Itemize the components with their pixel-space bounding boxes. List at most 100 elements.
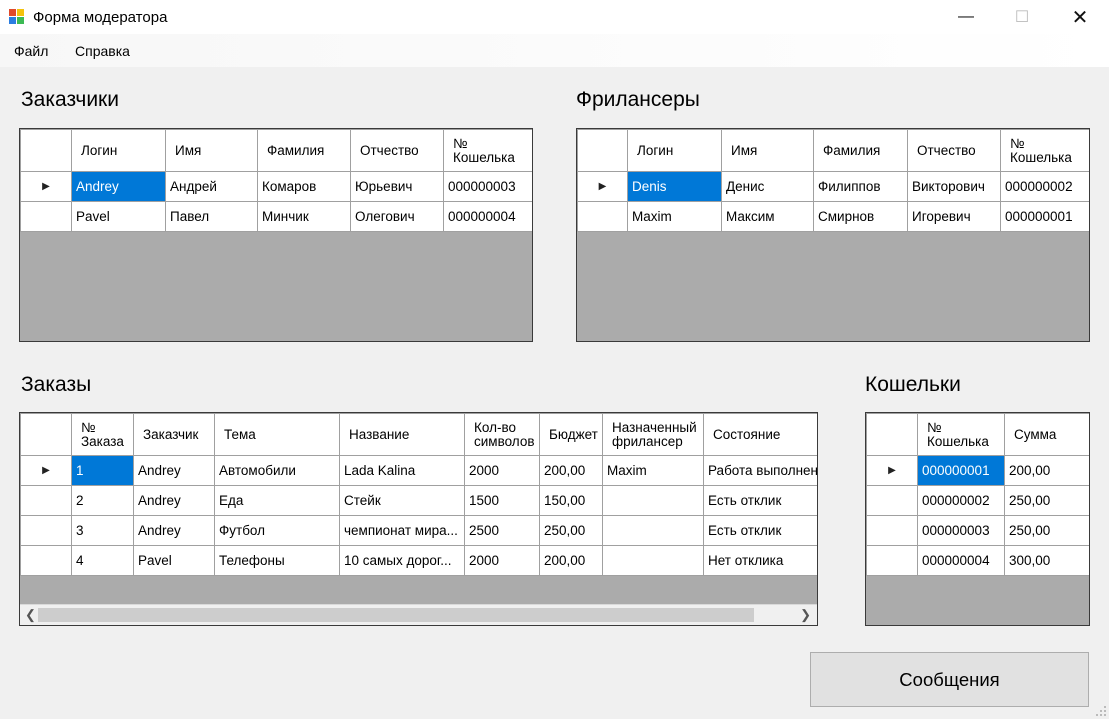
table-cell[interactable]: 250,00 <box>539 515 603 546</box>
table-cell[interactable]: Андрей <box>165 171 258 202</box>
table-cell[interactable]: 000000002 <box>917 485 1005 516</box>
table-cell[interactable]: Олегович <box>350 201 444 232</box>
row-header[interactable] <box>20 515 72 546</box>
column-header[interactable]: № Кошелька <box>443 129 532 172</box>
table-cell[interactable]: 4 <box>71 545 134 576</box>
table-cell[interactable]: Pavel <box>71 201 166 232</box>
table-cell[interactable]: Филиппов <box>813 171 908 202</box>
table-cell[interactable]: 000000001 <box>917 455 1005 486</box>
column-header[interactable]: Фамилия <box>813 129 908 172</box>
orders-grid[interactable]: № Заказа Заказчик Тема Название Кол-во с… <box>19 412 818 626</box>
table-cell[interactable]: 10 самых дорог... <box>339 545 465 576</box>
maximize-button[interactable]: ☐ <box>999 0 1045 34</box>
table-cell[interactable]: чемпионат мира... <box>339 515 465 546</box>
table-cell[interactable]: Есть отклик <box>703 485 817 516</box>
table-row[interactable]: 3 Andrey Футбол чемпионат мира... 2500 2… <box>20 515 817 546</box>
column-header[interactable]: Назначенный фрилансер <box>602 413 704 456</box>
table-cell[interactable]: 200,00 <box>539 455 603 486</box>
column-header[interactable]: Отчество <box>907 129 1001 172</box>
table-cell[interactable]: Denis <box>627 171 722 202</box>
column-header[interactable]: Бюджет <box>539 413 603 456</box>
row-header[interactable] <box>577 201 628 232</box>
table-row[interactable]: Pavel Павел Минчик Олегович 000000004 <box>20 201 532 232</box>
table-cell[interactable]: Lada Kalina <box>339 455 465 486</box>
table-cell[interactable]: 300,00 <box>1004 545 1089 576</box>
customers-grid[interactable]: Логин Имя Фамилия Отчество № Кошелька ▶ … <box>19 128 533 342</box>
table-cell[interactable]: 000000003 <box>917 515 1005 546</box>
column-header[interactable]: Имя <box>165 129 258 172</box>
table-row[interactable]: ▶ 000000001 200,00 <box>866 455 1089 486</box>
scroll-right-icon[interactable]: ❯ <box>800 607 811 623</box>
table-cell[interactable]: 2 <box>71 485 134 516</box>
column-header[interactable]: Кол-во символов <box>464 413 540 456</box>
row-header[interactable] <box>866 515 918 546</box>
row-header[interactable] <box>866 485 918 516</box>
column-header[interactable]: Отчество <box>350 129 444 172</box>
table-cell[interactable]: 200,00 <box>539 545 603 576</box>
scroll-left-icon[interactable]: ❮ <box>25 607 36 623</box>
table-row[interactable]: 000000002 250,00 <box>866 485 1089 516</box>
table-cell[interactable]: 250,00 <box>1004 485 1089 516</box>
table-row[interactable]: ▶ 1 Andrey Автомобили Lada Kalina 2000 2… <box>20 455 817 486</box>
table-cell[interactable]: Andrey <box>133 455 215 486</box>
table-cell[interactable]: 000000001 <box>1000 201 1089 232</box>
table-cell[interactable]: Футбол <box>214 515 340 546</box>
wallets-grid[interactable]: № Кошелька Сумма ▶ 000000001 200,00 0000… <box>865 412 1090 626</box>
table-cell[interactable]: 000000003 <box>443 171 532 202</box>
table-cell[interactable]: Andrey <box>71 171 166 202</box>
column-header[interactable]: Название <box>339 413 465 456</box>
column-header[interactable]: № Кошелька <box>917 413 1005 456</box>
table-cell[interactable]: Стейк <box>339 485 465 516</box>
column-header[interactable]: Имя <box>721 129 814 172</box>
table-cell[interactable]: 2000 <box>464 455 540 486</box>
table-cell[interactable]: Смирнов <box>813 201 908 232</box>
table-cell[interactable]: 150,00 <box>539 485 603 516</box>
table-cell[interactable]: Павел <box>165 201 258 232</box>
table-row[interactable]: ▶ Andrey Андрей Комаров Юрьевич 00000000… <box>20 171 532 202</box>
resize-grip-icon[interactable] <box>1096 706 1106 716</box>
horizontal-scrollbar[interactable]: ❮ ❯ <box>20 604 817 625</box>
row-header[interactable] <box>20 545 72 576</box>
column-header[interactable]: Сумма <box>1004 413 1089 456</box>
table-cell[interactable]: Maxim <box>627 201 722 232</box>
menu-help[interactable]: Справка <box>75 43 130 59</box>
minimize-button[interactable]: — <box>943 0 989 34</box>
table-cell[interactable]: Pavel <box>133 545 215 576</box>
current-row-arrow-icon[interactable]: ▶ <box>20 455 72 486</box>
table-row[interactable]: Maxim Максим Смирнов Игоревич 000000001 <box>577 201 1089 232</box>
close-button[interactable]: ✕ <box>1057 0 1103 34</box>
table-cell[interactable]: 1500 <box>464 485 540 516</box>
table-cell[interactable]: 1 <box>71 455 134 486</box>
table-cell[interactable]: Нет отклика <box>703 545 817 576</box>
table-row[interactable]: 4 Pavel Телефоны 10 самых дорог... 2000 … <box>20 545 817 576</box>
table-cell[interactable]: Викторович <box>907 171 1001 202</box>
column-header[interactable]: № Заказа <box>71 413 134 456</box>
current-row-arrow-icon[interactable]: ▶ <box>20 171 72 202</box>
column-header[interactable]: Заказчик <box>133 413 215 456</box>
table-cell[interactable]: Andrey <box>133 485 215 516</box>
table-cell[interactable] <box>602 515 704 546</box>
table-cell[interactable]: Работа выполнена <box>703 455 817 486</box>
table-cell[interactable]: Игоревич <box>907 201 1001 232</box>
row-header[interactable] <box>20 485 72 516</box>
table-cell[interactable]: 2000 <box>464 545 540 576</box>
table-row[interactable]: 000000004 300,00 <box>866 545 1089 576</box>
messages-button[interactable]: Сообщения <box>810 652 1089 707</box>
menu-file[interactable]: Файл <box>14 43 48 59</box>
table-cell[interactable]: Есть отклик <box>703 515 817 546</box>
table-cell[interactable]: 2500 <box>464 515 540 546</box>
column-header[interactable]: Фамилия <box>257 129 351 172</box>
scroll-thumb[interactable] <box>38 608 754 622</box>
column-header[interactable]: № Кошелька <box>1000 129 1089 172</box>
table-row[interactable]: 000000003 250,00 <box>866 515 1089 546</box>
table-cell[interactable]: 000000002 <box>1000 171 1089 202</box>
table-cell[interactable]: Maxim <box>602 455 704 486</box>
current-row-arrow-icon[interactable]: ▶ <box>866 455 918 486</box>
table-cell[interactable]: Максим <box>721 201 814 232</box>
table-cell[interactable]: 000000004 <box>443 201 532 232</box>
column-header[interactable]: Логин <box>71 129 166 172</box>
table-cell[interactable]: Andrey <box>133 515 215 546</box>
row-header[interactable] <box>20 201 72 232</box>
column-header[interactable]: Тема <box>214 413 340 456</box>
table-cell[interactable]: Комаров <box>257 171 351 202</box>
